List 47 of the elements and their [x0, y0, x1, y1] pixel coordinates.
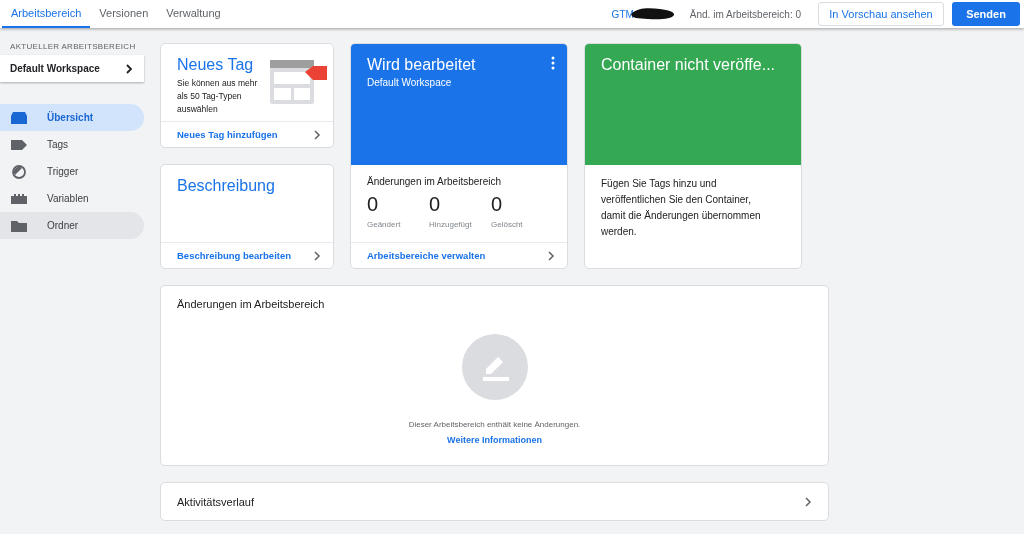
empty-message: Dieser Arbeitsbereich enthält keine Änderungen.: [408, 420, 581, 429]
nav-tab[interactable]: Verwaltung: [157, 0, 230, 28]
add-tag-link[interactable]: Neues Tag hinzufügen: [161, 121, 333, 147]
chevron-right-icon: [313, 129, 321, 140]
workspace-selector[interactable]: Default Workspace: [0, 55, 144, 82]
chevron-right-icon: [124, 63, 134, 74]
sidebar-item[interactable]: Übersicht: [0, 104, 144, 131]
card-text: Fügen Sie Tags hinzu und veröffentlichen Sie den Container, damit die Änderungen übernommen werden.: [600, 177, 762, 239]
workspace-changes-count: Änd. im Arbeitsbereich: 0: [689, 8, 801, 20]
nav-tab[interactable]: Versionen: [90, 0, 158, 28]
edit-description-link[interactable]: Beschreibung bearbeiten: [161, 242, 333, 268]
chevron-right-icon: [804, 496, 812, 507]
more-info-link[interactable]: Weitere Informationen: [447, 435, 542, 445]
nav-tab[interactable]: Arbeitsbereich: [2, 0, 91, 28]
preview-button[interactable]: In Vorschau ansehen: [818, 2, 944, 26]
changes-heading: Änderungen im Arbeitsbereich: [367, 176, 502, 187]
card-title: Container nicht veröffe...: [601, 56, 777, 74]
activity-history-row[interactable]: Aktivitätsverlauf: [160, 482, 829, 521]
card-title: Neues Tag: [177, 56, 255, 74]
chevron-right-icon: [313, 250, 321, 261]
stat-value: 0: [367, 193, 380, 216]
manage-workspaces-link[interactable]: Arbeitsbereiche verwalten: [351, 242, 567, 268]
panel-title: Änderungen im Arbeitsbereich: [176, 297, 326, 312]
tray-icon: [10, 110, 28, 125]
chevron-right-icon: [547, 250, 555, 261]
card-text: Sie können aus mehr als 50 Tag-Typen auswählen: [177, 77, 259, 116]
stat-label: Gelöscht: [491, 220, 524, 229]
sidebar-item[interactable]: Ordner: [0, 212, 144, 239]
sidebar-item[interactable]: Trigger: [0, 158, 144, 185]
stat-label: Hinzugefügt: [429, 220, 473, 229]
edit-icon: [461, 334, 528, 400]
sidebar-heading: AKTUELLER ARBEITSBEREICH: [9, 42, 137, 51]
tag-icon: [10, 137, 28, 152]
sidebar-item[interactable]: Variablen: [0, 185, 144, 212]
more-icon[interactable]: [551, 56, 555, 70]
blocks-icon: [10, 191, 28, 206]
card-title: Beschreibung: [177, 177, 275, 196]
trigger-icon: [10, 164, 28, 179]
stat-label: Geändert: [367, 220, 402, 229]
folder-icon: [10, 218, 28, 233]
sidebar-item[interactable]: Tags: [0, 131, 144, 158]
card-subtitle: Default Workspace: [367, 77, 453, 88]
stat-value: 0: [429, 193, 442, 216]
submit-button[interactable]: Senden: [952, 2, 1020, 26]
card-title: Wird bearbeitet: [367, 56, 476, 74]
stat-value: 0: [491, 193, 504, 216]
tag-illustration-icon: [269, 59, 329, 105]
